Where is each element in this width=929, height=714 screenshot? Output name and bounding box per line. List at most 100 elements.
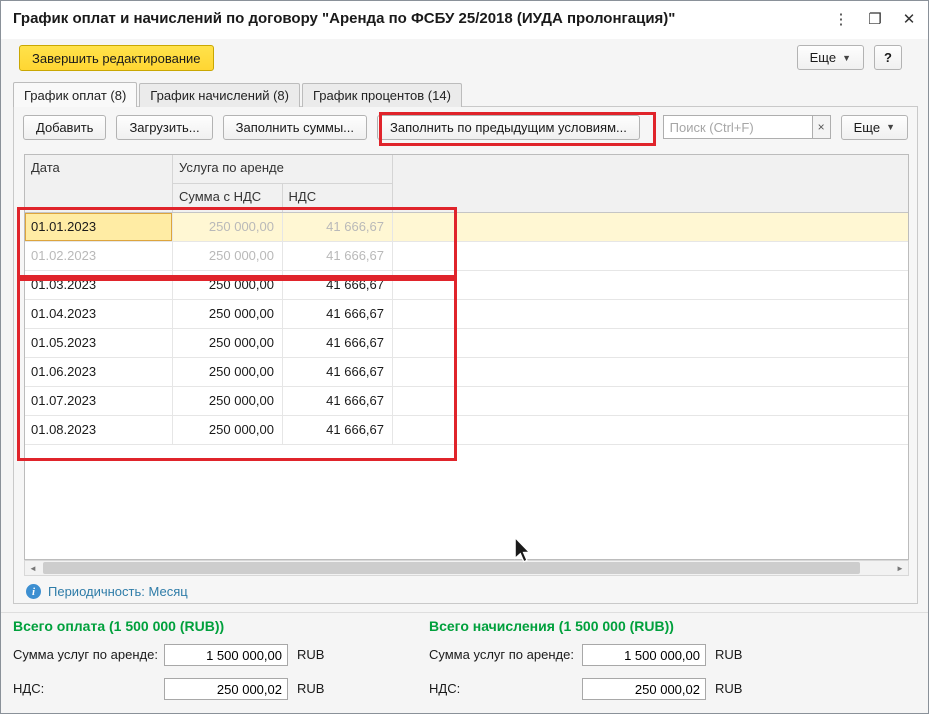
- cell-vat[interactable]: 41 666,67: [283, 416, 393, 445]
- table-body: 01.01.2023 250 000,00 41 666,67 01.02.20…: [25, 213, 908, 445]
- cell-filler: [393, 271, 908, 300]
- chevron-down-icon: ▼: [886, 122, 895, 132]
- tab-interest-schedule[interactable]: График процентов (14): [302, 83, 462, 107]
- table-row[interactable]: 01.03.2023 250 000,00 41 666,67: [25, 271, 908, 300]
- scroll-right-icon[interactable]: ►: [892, 561, 908, 575]
- accrual-vat-input[interactable]: [582, 678, 706, 700]
- cell-filler: [393, 358, 908, 387]
- maximize-icon[interactable]: ❐: [862, 6, 888, 32]
- cell-date[interactable]: 01.08.2023: [25, 416, 173, 445]
- cell-filler: [393, 213, 908, 242]
- fill-previous-conditions-button[interactable]: Заполнить по предыдущим условиям...: [377, 115, 640, 140]
- cell-vat[interactable]: 41 666,67: [283, 271, 393, 300]
- cell-sum[interactable]: 250 000,00: [173, 242, 283, 271]
- cell-filler: [393, 300, 908, 329]
- cell-sum[interactable]: 250 000,00: [173, 358, 283, 387]
- payment-vat-label: НДС:: [13, 678, 44, 700]
- close-icon[interactable]: ✕: [896, 6, 922, 32]
- cell-filler: [393, 416, 908, 445]
- table-row[interactable]: 01.04.2023 250 000,00 41 666,67: [25, 300, 908, 329]
- cell-date[interactable]: 01.05.2023: [25, 329, 173, 358]
- cell-sum[interactable]: 250 000,00: [173, 416, 283, 445]
- tab-panel: Добавить Загрузить... Заполнить суммы...…: [13, 106, 918, 604]
- cell-vat[interactable]: 41 666,67: [283, 242, 393, 271]
- cell-date[interactable]: 01.06.2023: [25, 358, 173, 387]
- table-row[interactable]: 01.01.2023 250 000,00 41 666,67: [25, 213, 908, 242]
- window-title: График оплат и начислений по договору "А…: [13, 10, 675, 27]
- accrual-total-title: Всего начисления (1 500 000 (RUB)): [429, 618, 674, 634]
- finish-editing-button[interactable]: Завершить редактирование: [19, 45, 214, 71]
- accrual-vat-currency: RUB: [715, 678, 742, 700]
- accrual-sum-input[interactable]: [582, 644, 706, 666]
- header-filler: [393, 155, 908, 212]
- title-bar: График оплат и начислений по договору "А…: [1, 1, 928, 39]
- table-row[interactable]: 01.05.2023 250 000,00 41 666,67: [25, 329, 908, 358]
- chevron-down-icon: ▼: [842, 53, 851, 63]
- help-button[interactable]: ?: [874, 45, 902, 70]
- table-toolbar: Добавить Загрузить... Заполнить суммы...…: [23, 114, 908, 140]
- accrual-sum-currency: RUB: [715, 644, 742, 666]
- cell-filler: [393, 329, 908, 358]
- app-window: График оплат и начислений по договору "А…: [0, 0, 929, 714]
- cell-sum[interactable]: 250 000,00: [173, 271, 283, 300]
- command-bar: Завершить редактирование Еще ▼ ?: [1, 41, 928, 77]
- tab-bar: График оплат (8) График начислений (8) Г…: [13, 83, 464, 107]
- payment-sum-currency: RUB: [297, 644, 324, 666]
- payment-total-title: Всего оплата (1 500 000 (RUB)): [13, 618, 224, 634]
- cell-sum[interactable]: 250 000,00: [173, 300, 283, 329]
- tab-payment-schedule[interactable]: График оплат (8): [13, 82, 137, 107]
- accrual-sum-label: Сумма услуг по аренде:: [429, 644, 574, 666]
- cell-sum[interactable]: 250 000,00: [173, 387, 283, 416]
- table-row[interactable]: 01.08.2023 250 000,00 41 666,67: [25, 416, 908, 445]
- search-box: ×: [663, 115, 831, 139]
- periodicity-label: Периодичность: Месяц: [48, 584, 188, 599]
- cell-vat[interactable]: 41 666,67: [283, 387, 393, 416]
- header-rent-service[interactable]: Услуга по аренде: [173, 155, 392, 184]
- window-menu-icon[interactable]: ⋮: [828, 6, 854, 32]
- cell-date[interactable]: 01.03.2023: [25, 271, 173, 300]
- cell-filler: [393, 242, 908, 271]
- tab-accrual-schedule[interactable]: График начислений (8): [139, 83, 300, 107]
- table-row[interactable]: 01.02.2023 250 000,00 41 666,67: [25, 242, 908, 271]
- payment-sum-input[interactable]: [164, 644, 288, 666]
- payment-sum-label: Сумма услуг по аренде:: [13, 644, 158, 666]
- info-line: i Периодичность: Месяц: [26, 584, 188, 599]
- payment-vat-input[interactable]: [164, 678, 288, 700]
- table-row[interactable]: 01.07.2023 250 000,00 41 666,67: [25, 387, 908, 416]
- more-button-toolbar[interactable]: Еще ▼: [841, 115, 908, 140]
- cell-sum[interactable]: 250 000,00: [173, 213, 283, 242]
- load-button[interactable]: Загрузить...: [116, 115, 212, 140]
- table-header: Дата Услуга по аренде Сумма с НДС НДС: [25, 155, 908, 213]
- header-sum-with-vat[interactable]: Сумма с НДС: [173, 184, 283, 212]
- horizontal-scrollbar[interactable]: ◄ ►: [24, 560, 909, 576]
- cell-date[interactable]: 01.07.2023: [25, 387, 173, 416]
- cell-vat[interactable]: 41 666,67: [283, 300, 393, 329]
- header-date[interactable]: Дата: [25, 155, 173, 212]
- cell-vat[interactable]: 41 666,67: [283, 329, 393, 358]
- cell-date[interactable]: 01.04.2023: [25, 300, 173, 329]
- more-button-top[interactable]: Еще ▼: [797, 45, 864, 70]
- header-subrow: Сумма с НДС НДС: [173, 184, 392, 212]
- cell-date[interactable]: 01.02.2023: [25, 242, 173, 271]
- cell-vat[interactable]: 41 666,67: [283, 358, 393, 387]
- add-button[interactable]: Добавить: [23, 115, 106, 140]
- cell-filler: [393, 387, 908, 416]
- payments-table: Дата Услуга по аренде Сумма с НДС НДС 01…: [24, 154, 909, 560]
- more-button-label: Еще: [810, 50, 836, 65]
- table-row[interactable]: 01.06.2023 250 000,00 41 666,67: [25, 358, 908, 387]
- scrollbar-track[interactable]: [41, 561, 892, 575]
- header-group-rent-service: Услуга по аренде Сумма с НДС НДС: [173, 155, 393, 212]
- cell-sum[interactable]: 250 000,00: [173, 329, 283, 358]
- search-input[interactable]: [663, 115, 813, 139]
- info-icon: i: [26, 584, 41, 599]
- scrollbar-thumb[interactable]: [43, 562, 860, 574]
- window-controls: ⋮ ❐ ✕: [828, 6, 922, 32]
- accrual-vat-label: НДС:: [429, 678, 460, 700]
- search-clear-icon[interactable]: ×: [813, 115, 831, 139]
- cell-vat[interactable]: 41 666,67: [283, 213, 393, 242]
- header-vat[interactable]: НДС: [283, 184, 393, 212]
- fill-sums-button[interactable]: Заполнить суммы...: [223, 115, 367, 140]
- cell-date[interactable]: 01.01.2023: [25, 213, 173, 242]
- payment-vat-currency: RUB: [297, 678, 324, 700]
- scroll-left-icon[interactable]: ◄: [25, 561, 41, 575]
